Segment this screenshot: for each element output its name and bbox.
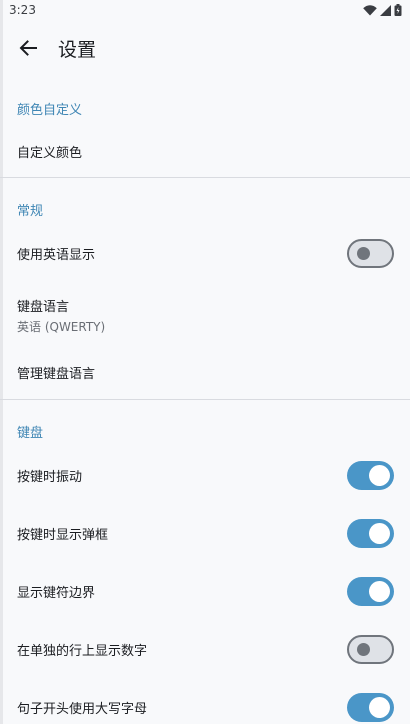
number-row-label: 在单独的行上显示数字 xyxy=(17,643,148,659)
borders-toggle[interactable] xyxy=(347,576,394,606)
section-header-keyboard: 键盘 xyxy=(17,426,44,441)
custom-color-label: 自定义颜色 xyxy=(17,145,83,161)
use-english-label: 使用英语显示 xyxy=(17,247,96,263)
keyboard-language-label: 键盘语言 xyxy=(17,300,70,315)
popup-row[interactable]: 按键时显示弹框 xyxy=(0,508,410,558)
custom-color-row[interactable]: 自定义颜色 xyxy=(0,127,410,175)
borders-label: 显示键符边界 xyxy=(17,585,96,601)
toggle-knob xyxy=(357,246,370,260)
capitalize-row[interactable]: 句子开头使用大写字母 xyxy=(0,682,410,724)
toggle-knob xyxy=(369,580,390,602)
keyboard-language-value: 英语 (QWERTY) xyxy=(17,320,106,334)
battery-icon xyxy=(394,4,402,16)
use-english-row[interactable]: 使用英语显示 xyxy=(0,228,410,278)
status-bar: 3:23 xyxy=(0,0,410,20)
capitalize-toggle[interactable] xyxy=(347,692,394,722)
settings-screen: 3:23 设置 颜色自定义 自定义颜色 常规 使用英语显示 键盘语言 英语 (Q… xyxy=(0,0,410,724)
popup-label: 按键时显示弹框 xyxy=(17,527,109,543)
divider xyxy=(0,399,410,400)
section-header-general: 常规 xyxy=(17,204,44,219)
number-row-toggle[interactable] xyxy=(347,634,394,664)
cellular-signal-icon xyxy=(380,4,391,16)
vibrate-toggle[interactable] xyxy=(347,460,394,490)
capitalize-label: 句子开头使用大写字母 xyxy=(17,701,148,717)
keyboard-language-row[interactable]: 键盘语言 英语 (QWERTY) xyxy=(0,286,410,340)
manage-languages-row[interactable]: 管理键盘语言 xyxy=(0,348,410,396)
manage-languages-label: 管理键盘语言 xyxy=(17,366,96,382)
status-time: 3:23 xyxy=(9,3,36,17)
borders-row[interactable]: 显示键符边界 xyxy=(0,566,410,616)
toggle-knob xyxy=(357,642,370,656)
app-bar: 设置 xyxy=(0,20,410,76)
status-icons xyxy=(363,4,402,16)
back-button[interactable] xyxy=(0,20,56,76)
arrow-back-icon xyxy=(19,40,37,56)
wifi-icon xyxy=(363,4,377,15)
vibrate-row[interactable]: 按键时振动 xyxy=(0,450,410,500)
number-row-row[interactable]: 在单独的行上显示数字 xyxy=(0,624,410,674)
popup-toggle[interactable] xyxy=(347,518,394,548)
toggle-knob xyxy=(369,522,390,544)
page-title: 设置 xyxy=(58,38,97,61)
vibrate-label: 按键时振动 xyxy=(17,469,83,485)
use-english-toggle[interactable] xyxy=(347,238,394,268)
toggle-knob xyxy=(369,696,390,718)
section-header-color: 颜色自定义 xyxy=(17,103,83,118)
divider xyxy=(0,177,410,178)
toggle-knob xyxy=(369,464,390,486)
